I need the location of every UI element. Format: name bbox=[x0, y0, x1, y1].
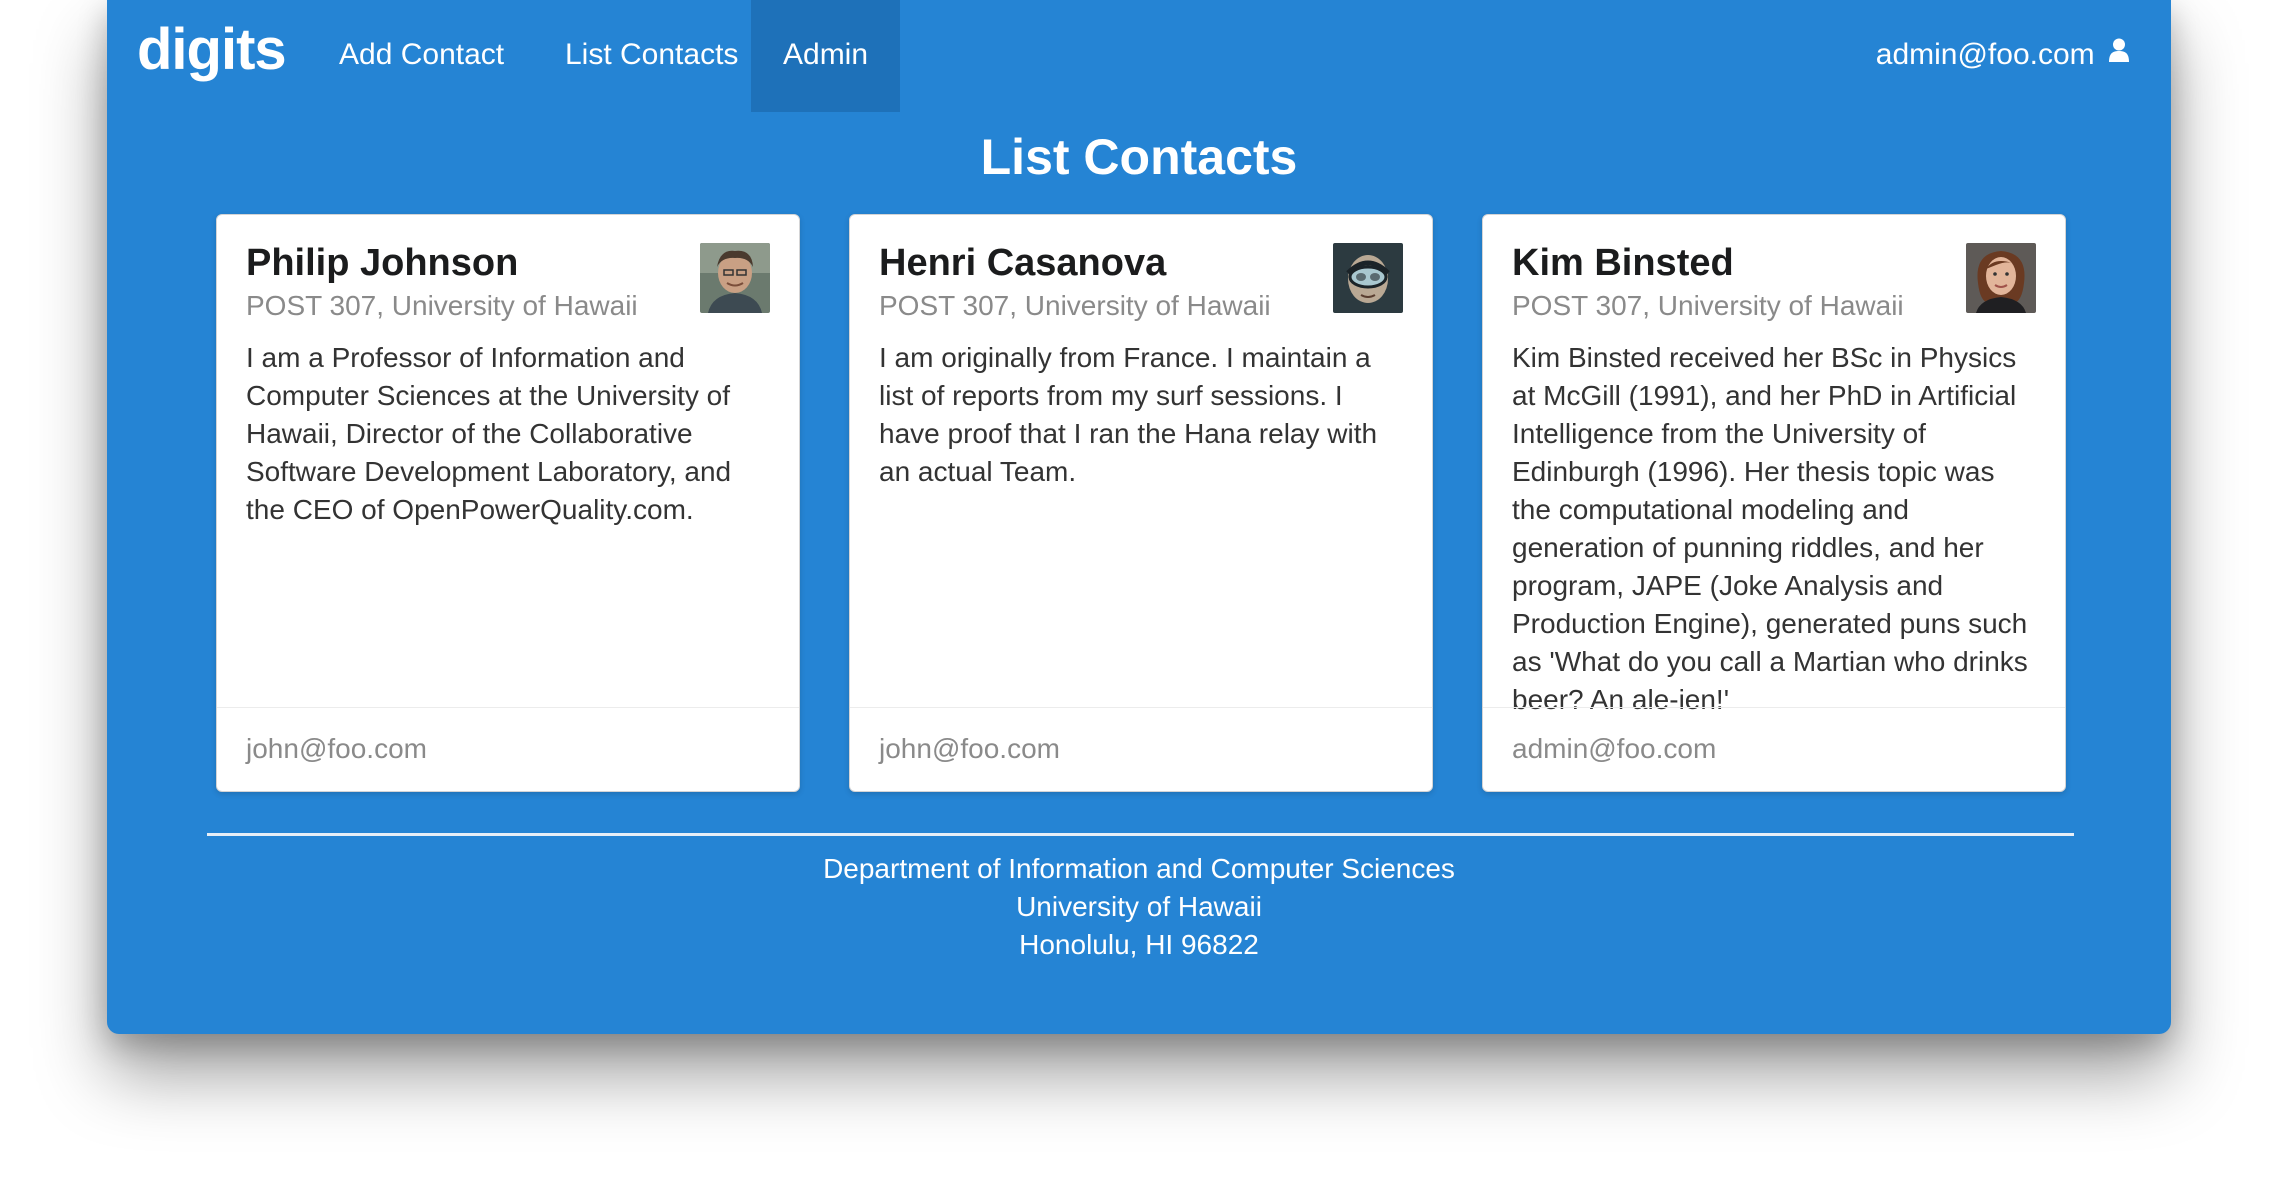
footer-university: University of Hawaii bbox=[1016, 891, 1262, 922]
contact-description: I am originally from France. I maintain … bbox=[879, 342, 1378, 487]
avatar-philip-johnson bbox=[700, 243, 770, 313]
card-content: Kim Binsted POST 307, University of Hawa… bbox=[1512, 239, 2036, 719]
contact-owner: john@foo.com bbox=[850, 707, 1432, 791]
nav-add-contact[interactable]: Add Contact bbox=[307, 0, 536, 112]
brand-logo[interactable]: digits bbox=[137, 16, 287, 83]
contact-owner: admin@foo.com bbox=[1483, 707, 2065, 791]
navbar: digits Add Contact List Contacts Admin a… bbox=[107, 0, 2171, 112]
footer-address: Honolulu, HI 96822 bbox=[1019, 929, 1259, 960]
contact-owner: john@foo.com bbox=[217, 707, 799, 791]
user-email: admin@foo.com bbox=[1875, 38, 2095, 71]
avatar-kim-binsted bbox=[1966, 243, 2036, 313]
contact-name: Philip Johnson bbox=[246, 242, 519, 284]
app-window: digits Add Contact List Contacts Admin a… bbox=[107, 0, 2171, 1034]
contact-description: I am a Professor of Information and Comp… bbox=[246, 342, 732, 525]
footer-divider bbox=[207, 833, 2074, 836]
contact-name: Kim Binsted bbox=[1512, 242, 1734, 284]
page-title: List Contacts bbox=[980, 129, 1298, 185]
avatar-henri-casanova bbox=[1333, 243, 1403, 313]
contact-card: Philip Johnson POST 307, University of H… bbox=[216, 214, 800, 792]
contact-name: Henri Casanova bbox=[879, 242, 1167, 284]
contact-description: Kim Binsted received her BSc in Physics … bbox=[1512, 342, 2028, 715]
contact-address: POST 307, University of Hawaii bbox=[246, 290, 638, 321]
card-content: Philip Johnson POST 307, University of H… bbox=[246, 239, 770, 529]
contact-card: Kim Binsted POST 307, University of Hawa… bbox=[1482, 214, 2066, 792]
nav-list-contacts[interactable]: List Contacts bbox=[533, 0, 770, 112]
user-menu[interactable]: admin@foo.com bbox=[1876, 0, 2129, 112]
contact-address: POST 307, University of Hawaii bbox=[879, 290, 1271, 321]
user-icon bbox=[2109, 0, 2129, 108]
contact-card: Henri Casanova POST 307, University of H… bbox=[849, 214, 1433, 792]
nav-admin[interactable]: Admin bbox=[751, 0, 901, 112]
card-content: Henri Casanova POST 307, University of H… bbox=[879, 239, 1403, 491]
footer-department: Department of Information and Computer S… bbox=[823, 853, 1455, 884]
footer: Department of Information and Computer S… bbox=[107, 850, 2171, 964]
contact-address: POST 307, University of Hawaii bbox=[1512, 290, 1904, 321]
